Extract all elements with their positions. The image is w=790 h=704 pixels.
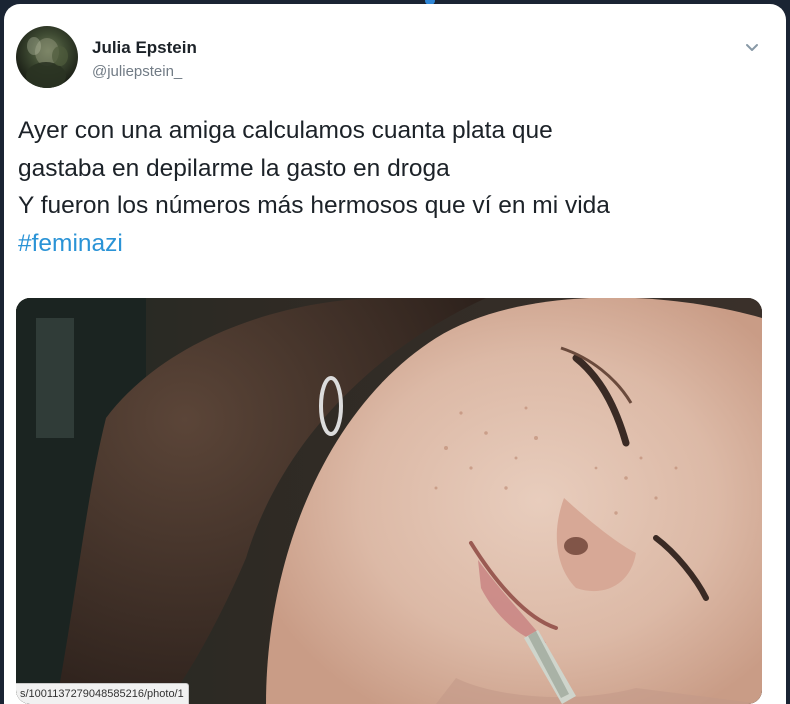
avatar[interactable] [16,26,78,88]
avatar-image [26,37,68,88]
hashtag-link[interactable]: #feminazi [18,225,778,263]
status-url-overlay: s/1001137279048585216/photo/1 [16,683,189,704]
chevron-down-icon[interactable] [742,40,762,56]
tweet-card: Julia Epstein @juliepstein_ Ayer con una… [4,4,786,704]
author-handle[interactable]: @juliepstein_ [92,63,182,80]
photo-image [16,298,762,704]
tweet-text: Ayer con una amiga calculamos cuanta pla… [18,112,778,262]
tweet-text-line: gastaba en depilarme la gasto en droga [18,154,450,182]
author-display-name[interactable]: Julia Epstein [92,38,197,58]
tweet-text-line: Ayer con una amiga calculamos cuanta pla… [18,117,553,144]
tweet-photo[interactable]: s/1001137279048585216/photo/1 [16,298,762,704]
tweet-text-line: Y fueron los números más hermosos que ví… [18,192,610,219]
